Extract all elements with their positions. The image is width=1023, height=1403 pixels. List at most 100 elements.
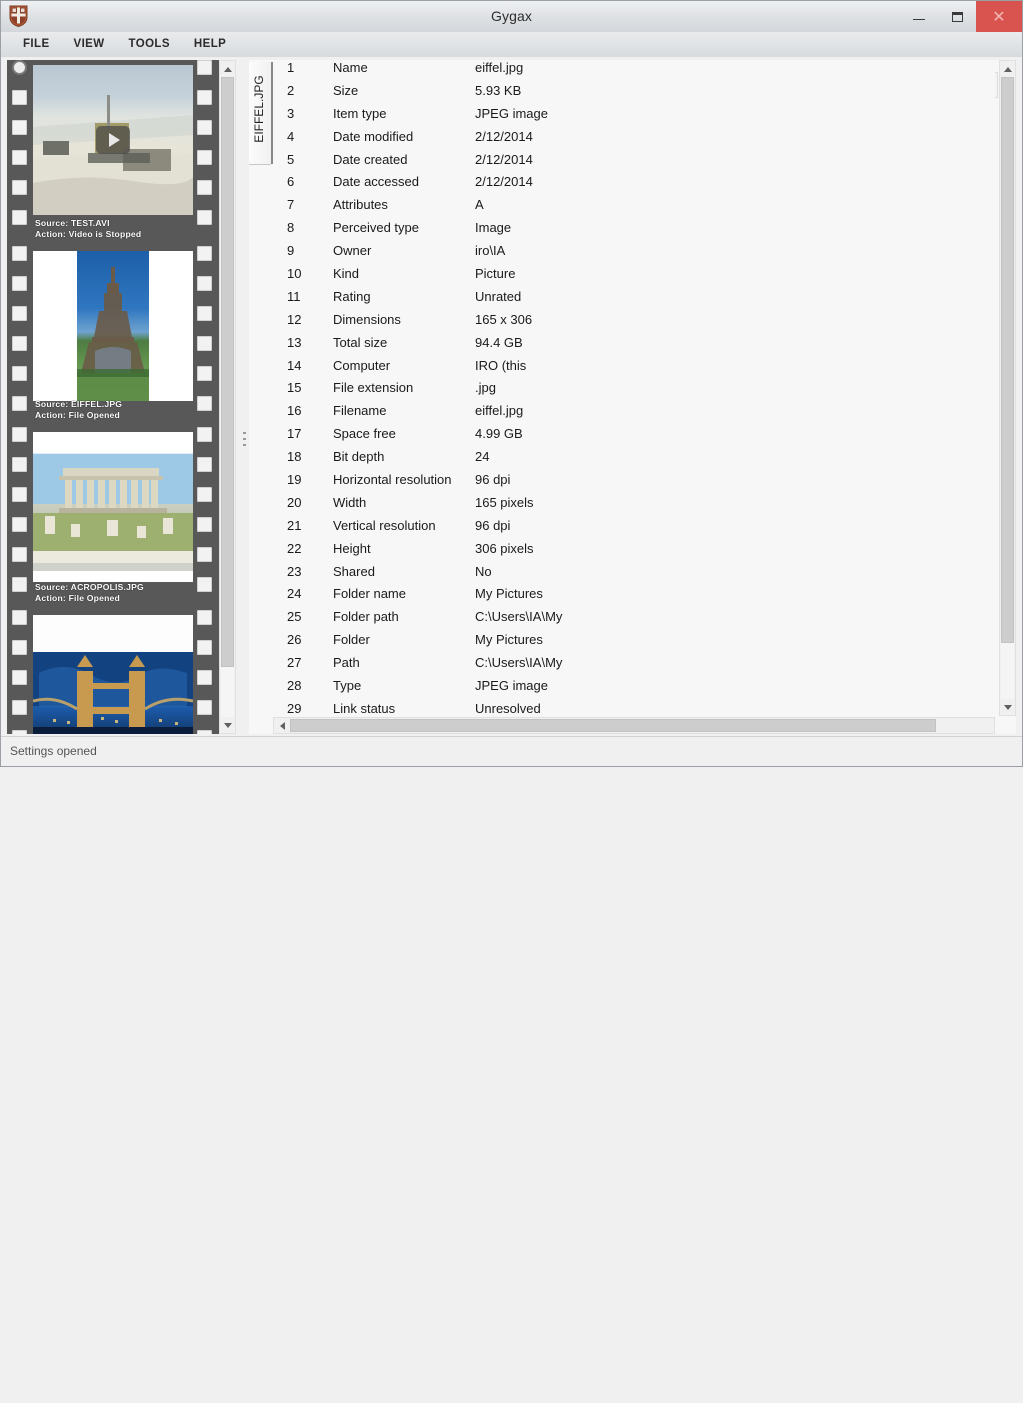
property-name: Total size (333, 334, 388, 350)
sprocket-hole (12, 730, 27, 734)
sprocket-hole (12, 306, 27, 321)
thumbnail-image[interactable] (33, 615, 193, 734)
table-row[interactable]: 15 File extension .jpg (273, 380, 995, 403)
table-row[interactable]: 8 Perceived type Image (273, 220, 995, 243)
status-message: Settings opened (10, 744, 97, 758)
scroll-right-button[interactable] (978, 718, 994, 733)
row-index: 1 (287, 60, 295, 75)
table-row[interactable]: 12 Dimensions 165 x 306 (273, 312, 995, 335)
table-row[interactable]: 22 Height 306 pixels (273, 541, 995, 564)
row-index: 20 (287, 494, 302, 510)
window-title: Gygax (491, 8, 532, 24)
sprocket-hole (197, 210, 212, 225)
splitter-grip (243, 438, 246, 440)
filmstrip-scrollbar[interactable] (219, 60, 236, 734)
row-index: 12 (287, 311, 302, 327)
scroll-down-button[interactable] (220, 717, 235, 733)
scrollbar-thumb[interactable] (1001, 77, 1014, 643)
sprocket-hole (197, 517, 212, 532)
table-row[interactable]: 26 Folder My Pictures (273, 632, 995, 655)
table-row[interactable]: 24 Folder name My Pictures (273, 586, 995, 609)
frame-selected-indicator[interactable] (12, 60, 27, 75)
row-index: 9 (287, 243, 295, 259)
table-row[interactable]: 9 Owner iro\IA (273, 243, 995, 266)
sprocket-hole (12, 396, 27, 411)
table-row[interactable]: 10 Kind Picture (273, 266, 995, 289)
table-row[interactable]: 20 Width 165 pixels (273, 495, 995, 518)
table-row[interactable]: 18 Bit depth 24 (273, 449, 995, 472)
details-vertical-scrollbar[interactable] (999, 60, 1016, 716)
row-index: 13 (287, 334, 302, 350)
property-value: Image (475, 220, 512, 236)
table-row[interactable]: 29 Link status Unresolved (273, 701, 995, 716)
sprocket-hole (197, 700, 212, 715)
scroll-up-button[interactable] (220, 61, 235, 77)
maximize-button[interactable] (938, 1, 976, 32)
table-row[interactable]: 16 Filename eiffel.jpg (273, 403, 995, 426)
panel-splitter[interactable] (241, 60, 248, 734)
property-name: Perceived type (333, 220, 419, 236)
filmstrip-panel[interactable]: Source: TEST.AVI Action: Video is Stoppe… (7, 60, 236, 734)
table-row[interactable]: 19 Horizontal resolution 96 dpi (273, 472, 995, 495)
menu-item-help[interactable]: HELP (182, 32, 238, 57)
property-value: My Pictures (475, 586, 543, 602)
property-name: Kind (333, 266, 360, 282)
property-value: 2/12/2014 (475, 174, 533, 190)
thumbnail-image[interactable] (33, 251, 193, 401)
maximize-icon (951, 11, 963, 22)
property-name: Folder name (333, 586, 406, 602)
menu-item-file[interactable]: FILE (11, 32, 62, 57)
thumbnail-image[interactable] (33, 432, 193, 582)
scroll-left-button[interactable] (274, 718, 290, 733)
table-row[interactable]: 2 Size 5.93 KB (273, 83, 995, 106)
details-horizontal-scrollbar[interactable] (273, 717, 995, 734)
table-row[interactable]: 17 Space free 4.99 GB (273, 426, 995, 449)
menu-item-tools[interactable]: TOOLS (117, 32, 182, 57)
list-item[interactable]: Source: TEST.AVI Action: Video is Stoppe… (7, 60, 219, 246)
property-list[interactable]: 1 Name eiffel.jpg 2 Size 5.93 KB 3 Item type JPE… (273, 60, 995, 716)
menu-item-view[interactable]: VIEW (62, 32, 117, 57)
property-name: Link status (333, 700, 396, 716)
property-name: Name (333, 60, 368, 75)
sprocket-hole[interactable] (12, 246, 27, 261)
table-row[interactable]: 3 Item type JPEG image (273, 106, 995, 129)
property-name: Space free (333, 426, 396, 442)
table-row[interactable]: 5 Date created 2/12/2014 (273, 152, 995, 175)
sprocket-hole[interactable] (12, 610, 27, 625)
table-row[interactable]: 28 Type JPEG image (273, 678, 995, 701)
sprocket-holes-right (197, 60, 214, 246)
minimize-button[interactable] (900, 1, 938, 32)
table-row[interactable]: 4 Date modified 2/12/2014 (273, 129, 995, 152)
scrollbar-thumb[interactable] (221, 77, 234, 667)
table-row[interactable]: 27 Path C:\Users\IA\My (273, 655, 995, 678)
table-row[interactable]: 7 Attributes A (273, 197, 995, 220)
table-row[interactable]: 25 Folder path C:\Users\IA\My (273, 609, 995, 632)
row-index: 25 (287, 609, 302, 625)
play-button[interactable] (96, 126, 130, 154)
list-item[interactable] (7, 610, 219, 734)
scroll-down-button[interactable] (1000, 699, 1015, 715)
property-value: 96 dpi (475, 517, 511, 533)
acropolis-thumbnail-art (33, 432, 193, 582)
table-row[interactable]: 23 Shared No (273, 564, 995, 587)
table-row[interactable]: 13 Total size 94.4 GB (273, 335, 995, 358)
close-button[interactable]: ✕ (976, 1, 1022, 32)
table-row[interactable]: 14 Computer IRO (this (273, 358, 995, 381)
property-name: Filename (333, 403, 387, 419)
scrollbar-thumb[interactable] (290, 719, 936, 732)
sprocket-hole (197, 730, 212, 734)
sprocket-hole (197, 276, 212, 291)
table-row[interactable]: 11 Rating Unrated (273, 289, 995, 312)
list-item[interactable]: Source: EIFFEL.JPG Action: File Opened (7, 246, 219, 427)
table-row[interactable]: 21 Vertical resolution 96 dpi (273, 518, 995, 541)
sprocket-hole[interactable] (12, 427, 27, 442)
sprocket-hole (197, 547, 212, 562)
property-value: 5.93 KB (475, 82, 522, 98)
list-item[interactable]: Source: ACROPOLIS.JPG Action: File Opene… (7, 427, 219, 610)
chevron-up-icon (223, 66, 232, 72)
table-row[interactable]: 6 Date accessed 2/12/2014 (273, 174, 995, 197)
table-row[interactable]: 1 Name eiffel.jpg (273, 60, 995, 83)
scroll-up-button[interactable] (1000, 61, 1015, 77)
thumbnail-image[interactable] (33, 65, 193, 215)
tab-eiffel-jpg[interactable]: EIFFEL.JPG (249, 62, 273, 164)
